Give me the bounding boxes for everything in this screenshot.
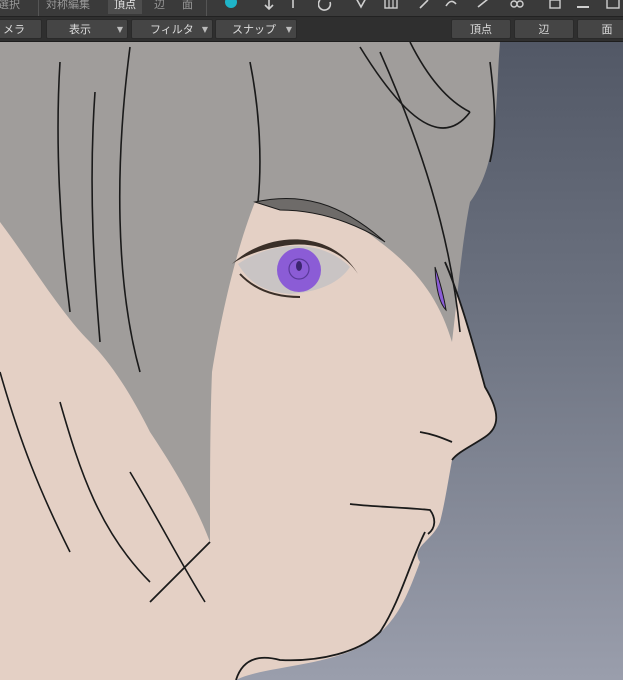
panel-icon[interactable]: [606, 0, 620, 12]
move-icon[interactable]: [262, 0, 276, 12]
brush-icon[interactable]: [354, 0, 368, 12]
lock-icon[interactable]: [548, 0, 562, 12]
knife-icon[interactable]: [476, 0, 490, 12]
face-mode-button[interactable]: 面: [577, 19, 623, 39]
pen-icon[interactable]: [418, 0, 432, 12]
divider: [206, 0, 207, 16]
lasso-icon[interactable]: [444, 0, 458, 12]
snap-menu-label: スナップ: [232, 23, 276, 36]
window-icon[interactable]: [576, 0, 590, 12]
filter-menu[interactable]: フィルタ ▼: [131, 19, 213, 39]
vertex-mode-button[interactable]: 頂点: [451, 19, 511, 39]
divider: [38, 0, 39, 16]
filter-menu-label: フィルタ: [150, 23, 194, 36]
display-menu-label: 表示: [69, 23, 91, 36]
line-icon[interactable]: [286, 0, 300, 12]
chevron-down-icon: ▼: [116, 25, 123, 34]
view-toolbar: メラ 表示 ▼ フィルタ ▼ スナップ ▼ 頂点 辺 面: [0, 17, 623, 42]
chevron-down-icon: ▼: [285, 25, 292, 34]
edge-mode-button[interactable]: 辺: [514, 19, 574, 39]
chevron-down-icon: ▼: [201, 25, 208, 34]
link-icon[interactable]: [510, 0, 524, 12]
tab-face[interactable]: 面: [176, 0, 199, 14]
tab-edge[interactable]: 辺: [148, 0, 171, 14]
tab-symmetry-edit[interactable]: 対称編集: [40, 0, 96, 14]
character-render: [0, 42, 500, 680]
tab-vertex[interactable]: 頂点: [108, 0, 142, 14]
rotate-icon[interactable]: [318, 0, 332, 12]
top-toolbar: 選択 対称編集 頂点 辺 面: [0, 0, 623, 17]
snap-menu[interactable]: スナップ ▼: [215, 19, 297, 39]
camera-menu[interactable]: メラ: [0, 19, 42, 39]
camera-menu-label: メラ: [3, 23, 25, 36]
grid-icon[interactable]: [384, 0, 398, 12]
globe-icon[interactable]: [224, 0, 238, 12]
viewport-3d[interactable]: [0, 42, 623, 680]
display-menu[interactable]: 表示 ▼: [46, 19, 128, 39]
tab-select[interactable]: 選択: [0, 0, 26, 14]
